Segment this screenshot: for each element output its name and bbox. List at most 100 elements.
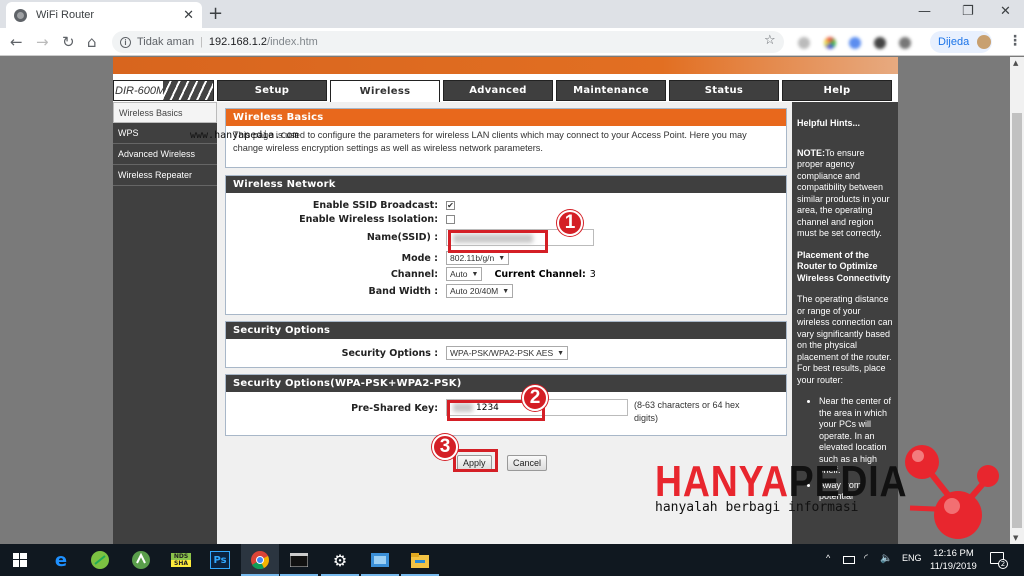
extension-icon[interactable] <box>824 37 836 49</box>
section-security-options: Security Options Security Options : WPA-… <box>225 321 787 368</box>
reload-button[interactable]: ↻ <box>62 33 75 51</box>
extension-icon[interactable] <box>798 37 810 49</box>
security-row: Security Options : WPA-PSK/WPA2-PSK AES ▼ <box>226 346 569 360</box>
mode-value: 802.11b/g/n <box>450 253 495 263</box>
profile-button[interactable]: Dijeda <box>930 31 992 53</box>
channel-value: Auto <box>450 269 468 279</box>
battery-icon[interactable] <box>843 556 855 564</box>
wifi-icon[interactable]: ◜ <box>864 553 868 564</box>
forward-button[interactable]: → <box>36 33 49 51</box>
remote-desktop-icon[interactable] <box>370 551 390 569</box>
tab-status[interactable]: Status <box>669 80 779 101</box>
watermark-url: www.hanyapedia.com <box>190 130 299 141</box>
section-title: Wireless Basics <box>226 109 786 126</box>
nds-sha-icon[interactable]: NDS SHA <box>171 551 191 569</box>
android-studio-icon[interactable] <box>131 551 151 569</box>
close-window-button[interactable]: ✕ <box>1000 4 1011 19</box>
mode-row: Mode : 802.11b/g/n ▼ <box>226 251 510 265</box>
extension-icon[interactable] <box>874 37 886 49</box>
field-label: Enable Wireless Isolation: <box>299 214 438 225</box>
clock-time: 12:16 PM <box>933 548 974 559</box>
psk-hint: (8-63 characters or 64 hex digits) <box>634 400 740 423</box>
nds-label: NDS <box>171 553 191 560</box>
terminal-icon[interactable] <box>289 551 309 569</box>
placement-title: Placement of the Router to Optimize Wire… <box>797 249 891 283</box>
field-label: Enable SSID Broadcast: <box>312 200 438 211</box>
annotation-step-2: 2 <box>522 385 548 411</box>
home-button[interactable]: ⌂ <box>87 33 97 51</box>
info-icon[interactable]: i <box>120 36 131 48</box>
section-title: Wireless Network <box>226 176 786 193</box>
language-indicator[interactable]: ENG <box>902 553 922 563</box>
isolation-checkbox[interactable] <box>446 215 455 224</box>
chrome-icon[interactable] <box>250 551 270 569</box>
minimize-button[interactable]: — <box>918 4 931 19</box>
extension-icon[interactable] <box>849 37 861 49</box>
profile-name: Dijeda <box>938 36 970 48</box>
nav-advanced-wireless[interactable]: Advanced Wireless <box>113 144 217 165</box>
mode-select[interactable]: 802.11b/g/n ▼ <box>446 251 510 265</box>
note-text: To ensure proper agency compliance and c… <box>797 147 890 239</box>
dropdown-arrow-icon: ▼ <box>471 270 479 278</box>
photoshop-icon[interactable]: Ps <box>210 551 230 569</box>
field-label: Mode : <box>401 252 438 264</box>
extension-icon[interactable] <box>899 37 911 49</box>
corel-icon[interactable] <box>90 551 110 569</box>
ssid-broadcast-checkbox[interactable]: ✔ <box>446 201 455 210</box>
browser-menu-icon[interactable]: ⋮ <box>1008 33 1022 49</box>
settings-gear-icon[interactable]: ⚙ <box>330 551 350 570</box>
clock[interactable]: 12:16 PM 11/19/2019 <box>930 547 977 573</box>
globe-icon <box>14 8 27 22</box>
left-nav: Wireless Basics WPS Advanced Wireless Wi… <box>113 102 217 544</box>
restore-button[interactable]: ❐ <box>962 4 974 19</box>
edge-icon[interactable]: e <box>51 550 71 571</box>
hints-title: Helpful Hints... <box>797 118 860 128</box>
address-separator: | <box>200 36 203 48</box>
avatar <box>977 35 992 49</box>
security-select[interactable]: WPA-PSK/WPA2-PSK AES ▼ <box>446 346 569 360</box>
logo-red-text: HANYA <box>655 457 789 506</box>
field-label: Channel: <box>390 268 438 280</box>
section-wireless-basics: Wireless Basics This page is used to con… <box>225 108 787 168</box>
scroll-up-icon[interactable]: ▲ <box>1013 59 1018 67</box>
section-description: This page is used to configure the param… <box>233 130 747 153</box>
field-label: Band Width : <box>368 285 438 297</box>
windows-start-icon[interactable] <box>10 551 30 569</box>
tab-title: WiFi Router <box>36 9 95 21</box>
tray-chevron-icon[interactable]: ^ <box>826 553 830 563</box>
url-path: /index.htm <box>267 36 318 48</box>
nav-wireless-repeater[interactable]: Wireless Repeater <box>113 165 217 186</box>
tab-advanced[interactable]: Advanced <box>443 80 553 101</box>
channel-select[interactable]: Auto ▼ <box>446 267 483 281</box>
nav-wireless-basics[interactable]: Wireless Basics <box>113 102 217 123</box>
annotation-step-3: 3 <box>432 434 458 460</box>
note-label: NOTE: <box>797 147 825 158</box>
tab-maintenance[interactable]: Maintenance <box>556 80 666 101</box>
scroll-thumb[interactable] <box>1012 113 1022 528</box>
address-bar[interactable]: i Tidak aman | 192.168.1.2 /index.htm <box>112 31 784 53</box>
new-tab-button[interactable]: + <box>208 3 223 24</box>
tab-wireless[interactable]: Wireless <box>330 80 440 102</box>
tab-help[interactable]: Help <box>782 80 892 101</box>
back-button[interactable]: ← <box>10 33 23 51</box>
file-explorer-icon[interactable] <box>410 551 430 569</box>
ssid-broadcast-row: Enable SSID Broadcast: ✔ <box>226 200 455 211</box>
close-tab-icon[interactable]: ✕ <box>183 8 194 23</box>
bookmark-star-icon[interactable]: ☆ <box>764 33 776 48</box>
header-bar <box>113 57 898 74</box>
browser-tab[interactable]: WiFi Router ✕ <box>6 2 202 28</box>
tab-setup[interactable]: Setup <box>217 80 327 101</box>
annotation-apply-box <box>453 449 498 472</box>
current-channel-label: Current Channel: <box>494 268 586 280</box>
volume-icon[interactable]: 🔈 <box>880 553 892 564</box>
bandwidth-select[interactable]: Auto 20/40M ▼ <box>446 284 514 298</box>
cancel-button[interactable]: Cancel <box>507 455 548 471</box>
browser-toolbar: ← → ↻ ⌂ i Tidak aman | 192.168.1.2 /inde… <box>0 28 1024 56</box>
dropdown-arrow-icon: ▼ <box>502 287 510 295</box>
page-scrollbar[interactable]: ▲ ▼ <box>1010 57 1024 544</box>
dropdown-arrow-icon: ▼ <box>498 254 506 262</box>
field-label: Security Options : <box>341 347 438 359</box>
main-tabs: Setup Wireless Advanced Maintenance Stat… <box>217 80 892 102</box>
scroll-down-icon[interactable]: ▼ <box>1013 534 1018 542</box>
annotation-ssid-box <box>448 230 548 253</box>
